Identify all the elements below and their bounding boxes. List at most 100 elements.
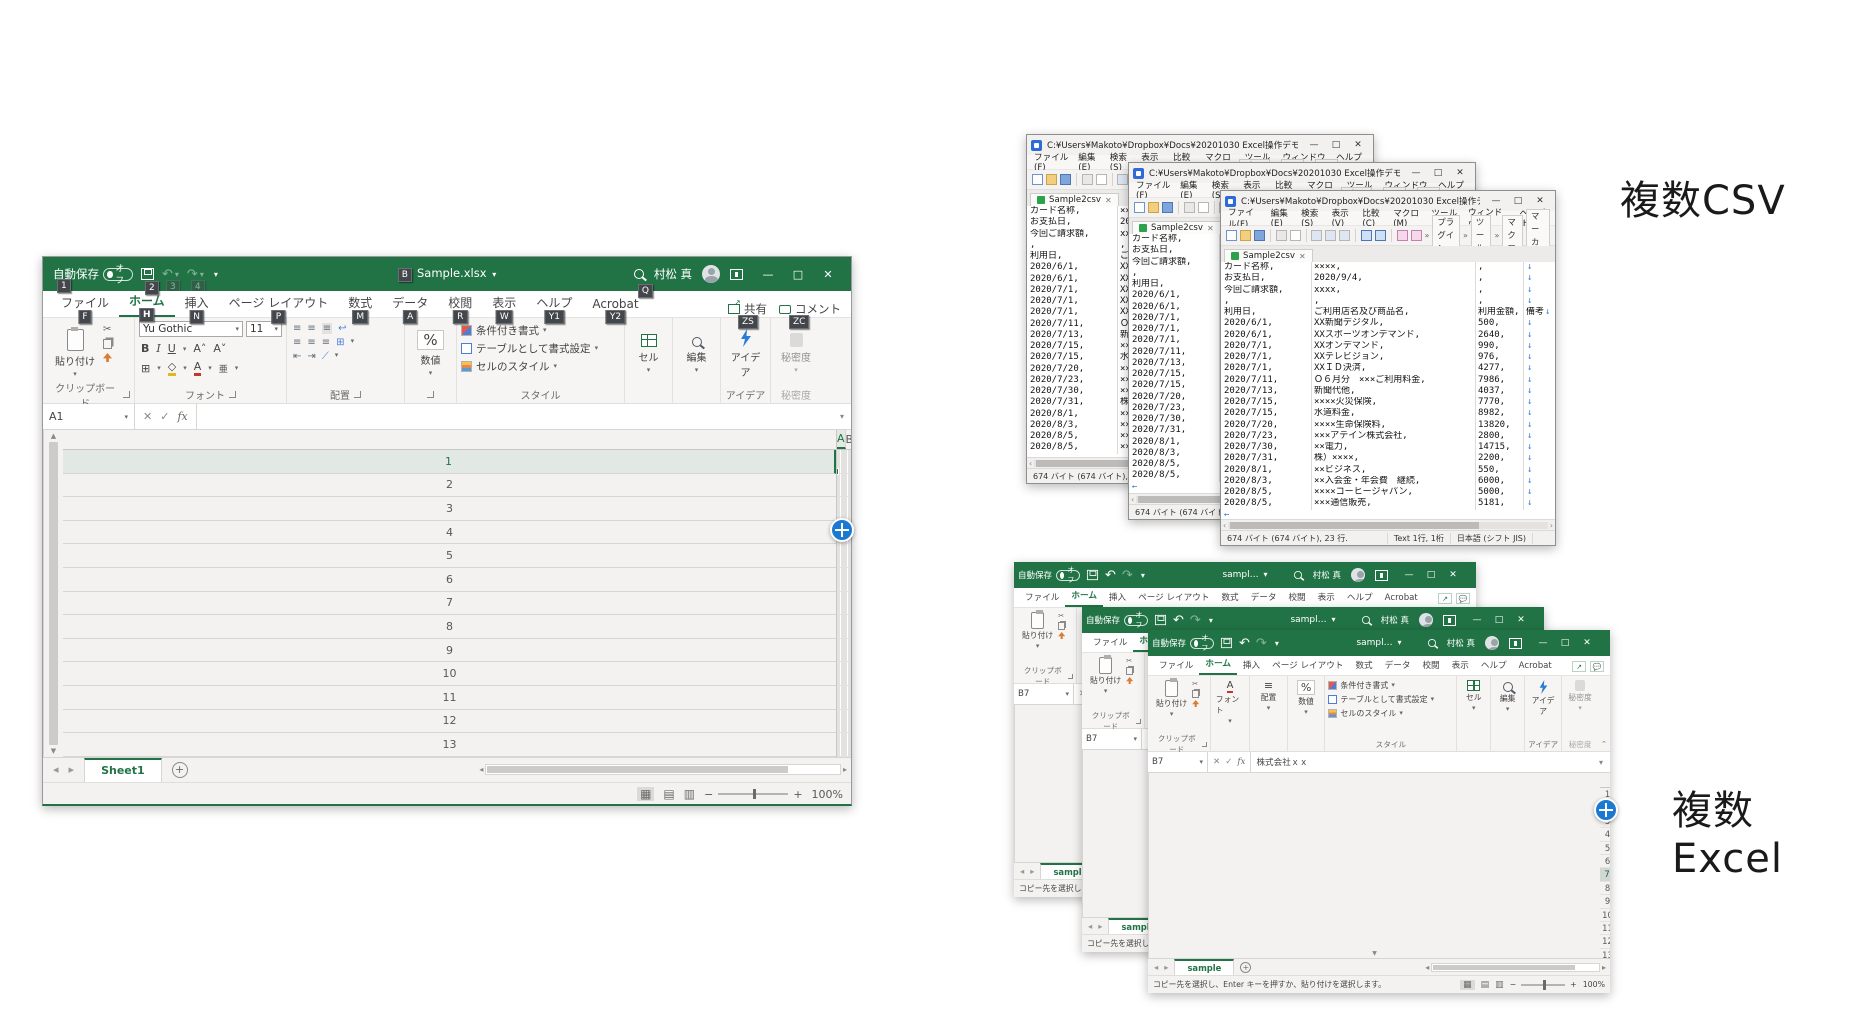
save-button[interactable]: 2 (141, 268, 154, 280)
share-icon[interactable]: ↗ (1438, 593, 1452, 604)
csv-cell[interactable]: ↓ (1524, 408, 1555, 419)
find-icon[interactable] (1397, 230, 1408, 241)
csv-cell[interactable]: 利用日, (1224, 307, 1312, 318)
csv-cell[interactable]: 2020/8/5, (1132, 459, 1220, 470)
csv-cell[interactable]: XXＩＤ決済, (1312, 363, 1476, 374)
row-header-11[interactable]: 11 (1600, 922, 1610, 935)
dialog-launcher-icon[interactable] (427, 391, 434, 398)
sheet-next-icon[interactable]: ▸ (69, 763, 75, 776)
tab-7[interactable]: 表示 (1446, 656, 1475, 675)
csv-cell[interactable]: カード名称, (1030, 206, 1118, 217)
tab-p[interactable]: ページ レイアウトP (219, 290, 339, 317)
ribbon-display-options-icon[interactable] (730, 269, 743, 280)
maximize-button[interactable]: □ (1420, 570, 1442, 580)
scroll-right-icon[interactable]: ▸ (843, 765, 847, 774)
tab-a[interactable]: データA (382, 290, 438, 317)
csv-cell[interactable]: 2020/7/1, (1030, 307, 1118, 318)
ribbon-display-options-icon[interactable] (1443, 615, 1456, 626)
csv-cell[interactable]: 2020/8/1, (1132, 437, 1220, 448)
cell[interactable] (850, 662, 851, 686)
page-layout-view-icon[interactable]: ▤ (1481, 980, 1490, 990)
maximize-button[interactable]: □ (783, 268, 813, 281)
print-preview-icon[interactable] (1290, 230, 1301, 241)
tab-m[interactable]: 数式M (338, 290, 382, 317)
copy-icon[interactable] (1058, 622, 1065, 630)
sheet-prev-icon[interactable]: ◂ (1088, 921, 1092, 931)
name-box[interactable]: A1▾ (43, 404, 135, 429)
share-button[interactable]: 共有ZS (728, 301, 767, 317)
dialog-launcher-icon[interactable] (354, 391, 361, 398)
tab-w[interactable]: 表示W (482, 290, 526, 317)
csv-cell[interactable]: ↓ (1524, 318, 1555, 329)
csv-cell[interactable]: 7770, (1476, 397, 1524, 408)
search-icon[interactable] (1294, 571, 1302, 579)
csv-cell[interactable]: 14715, (1476, 442, 1524, 453)
print-icon[interactable] (1276, 230, 1287, 241)
qat-customize-button[interactable]: ▾ (212, 270, 218, 279)
page-break-view-icon[interactable]: ▥ (684, 787, 695, 801)
csv-cell[interactable]: 利用金額, (1476, 307, 1524, 318)
csv-cell[interactable]: 976, (1476, 352, 1524, 363)
csv-cell[interactable]: 利用日, (1132, 279, 1220, 290)
row-header-6[interactable]: 6 (63, 568, 836, 592)
undo-icon[interactable]: ↶ (1239, 636, 1250, 651)
vertical-scrollbar[interactable]: ▲▼ (43, 430, 63, 757)
tab-9[interactable]: Acrobat (1379, 590, 1424, 607)
csv-cell[interactable]: ↓ (1524, 498, 1555, 509)
increase-font-icon[interactable]: A˄ (193, 342, 206, 355)
csv-cell[interactable]: お支払日, (1030, 217, 1118, 228)
format-as-table-button[interactable]: テーブルとして書式設定▾ (461, 341, 620, 356)
csv-cell[interactable]: 2020/7/15, (1030, 352, 1118, 363)
csv-cell[interactable]: ↓ (1524, 285, 1555, 296)
csv-cell[interactable]: 今回ご請求額, (1132, 257, 1220, 268)
cell[interactable] (850, 686, 851, 710)
save-icon[interactable] (1162, 202, 1173, 213)
increase-indent-icon[interactable]: ⇥ (307, 351, 315, 362)
redo-icon[interactable] (1375, 230, 1386, 241)
cell[interactable] (850, 710, 851, 734)
csv-cell[interactable]: 2020/8/1, (1030, 409, 1118, 420)
row-header-8[interactable]: 8 (63, 615, 836, 639)
tab-2[interactable]: 挿入 (1103, 588, 1132, 607)
csv-cell[interactable]: 8982, (1476, 408, 1524, 419)
csv-cell[interactable]: ××××コーヒージャパン, (1312, 487, 1476, 498)
csv-cell[interactable]: 2020/7/11, (1132, 347, 1220, 358)
sheet-next-icon[interactable]: ▸ (1164, 962, 1168, 972)
csv-cell[interactable]: 2020/7/15, (1132, 380, 1220, 391)
tab-0[interactable]: ファイル (1019, 588, 1065, 607)
csv-cell[interactable]: 2020/7/1, (1132, 324, 1220, 335)
close-button[interactable]: ✕ (1347, 140, 1369, 150)
csv-cell[interactable]: ↓ (1524, 431, 1555, 442)
format-as-table-button[interactable]: テーブルとして書式設定▾ (1328, 694, 1434, 705)
copy-icon[interactable] (103, 339, 112, 349)
csv-cell[interactable]: 2020/7/31, (1132, 425, 1220, 436)
csv-cell[interactable]: 2020/7/1, (1224, 341, 1312, 352)
dialog-launcher-icon[interactable] (1136, 719, 1140, 724)
csv-cell[interactable]: 2020/7/1, (1224, 352, 1312, 363)
paste-button[interactable]: 貼り付け▾ (1020, 610, 1055, 652)
ideas-button[interactable]: アイデア (1528, 678, 1558, 719)
floating-scroll-badge-icon[interactable] (830, 518, 854, 542)
align-middle-icon[interactable]: ≡ (307, 323, 315, 334)
row-header-11[interactable]: 11 (63, 686, 836, 710)
tab-y1[interactable]: ヘルプY1 (526, 290, 582, 317)
horizontal-scrollbar[interactable]: ‹› (1221, 519, 1555, 530)
page-break-view-icon[interactable]: ▥ (1495, 980, 1504, 990)
sheet-prev-icon[interactable]: ◂ (1020, 866, 1024, 876)
row-header-12[interactable]: 12 (1600, 935, 1610, 948)
csv-cell[interactable]: 2020/7/30, (1132, 414, 1220, 425)
sheet-next-icon[interactable]: ▸ (1098, 921, 1102, 931)
scroll-up-icon[interactable]: ▲ (51, 432, 56, 440)
avatar[interactable] (1485, 636, 1499, 650)
csv-cell[interactable]: ↓ (1524, 397, 1555, 408)
scroll-left-icon[interactable]: ◂ (479, 765, 483, 774)
print-preview-icon[interactable] (1096, 174, 1107, 185)
avatar[interactable] (1419, 613, 1433, 627)
csv-cell[interactable]: 2020/7/15, (1030, 341, 1118, 352)
save-icon[interactable] (1254, 230, 1265, 241)
row-header-5[interactable]: 5 (63, 544, 836, 568)
formula-bar-expand-icon[interactable]: ▾ (1592, 758, 1610, 767)
format-painter-icon[interactable] (1126, 677, 1133, 684)
csv-cell[interactable]: 990, (1476, 341, 1524, 352)
share-icon[interactable]: ↗ (1572, 661, 1586, 672)
